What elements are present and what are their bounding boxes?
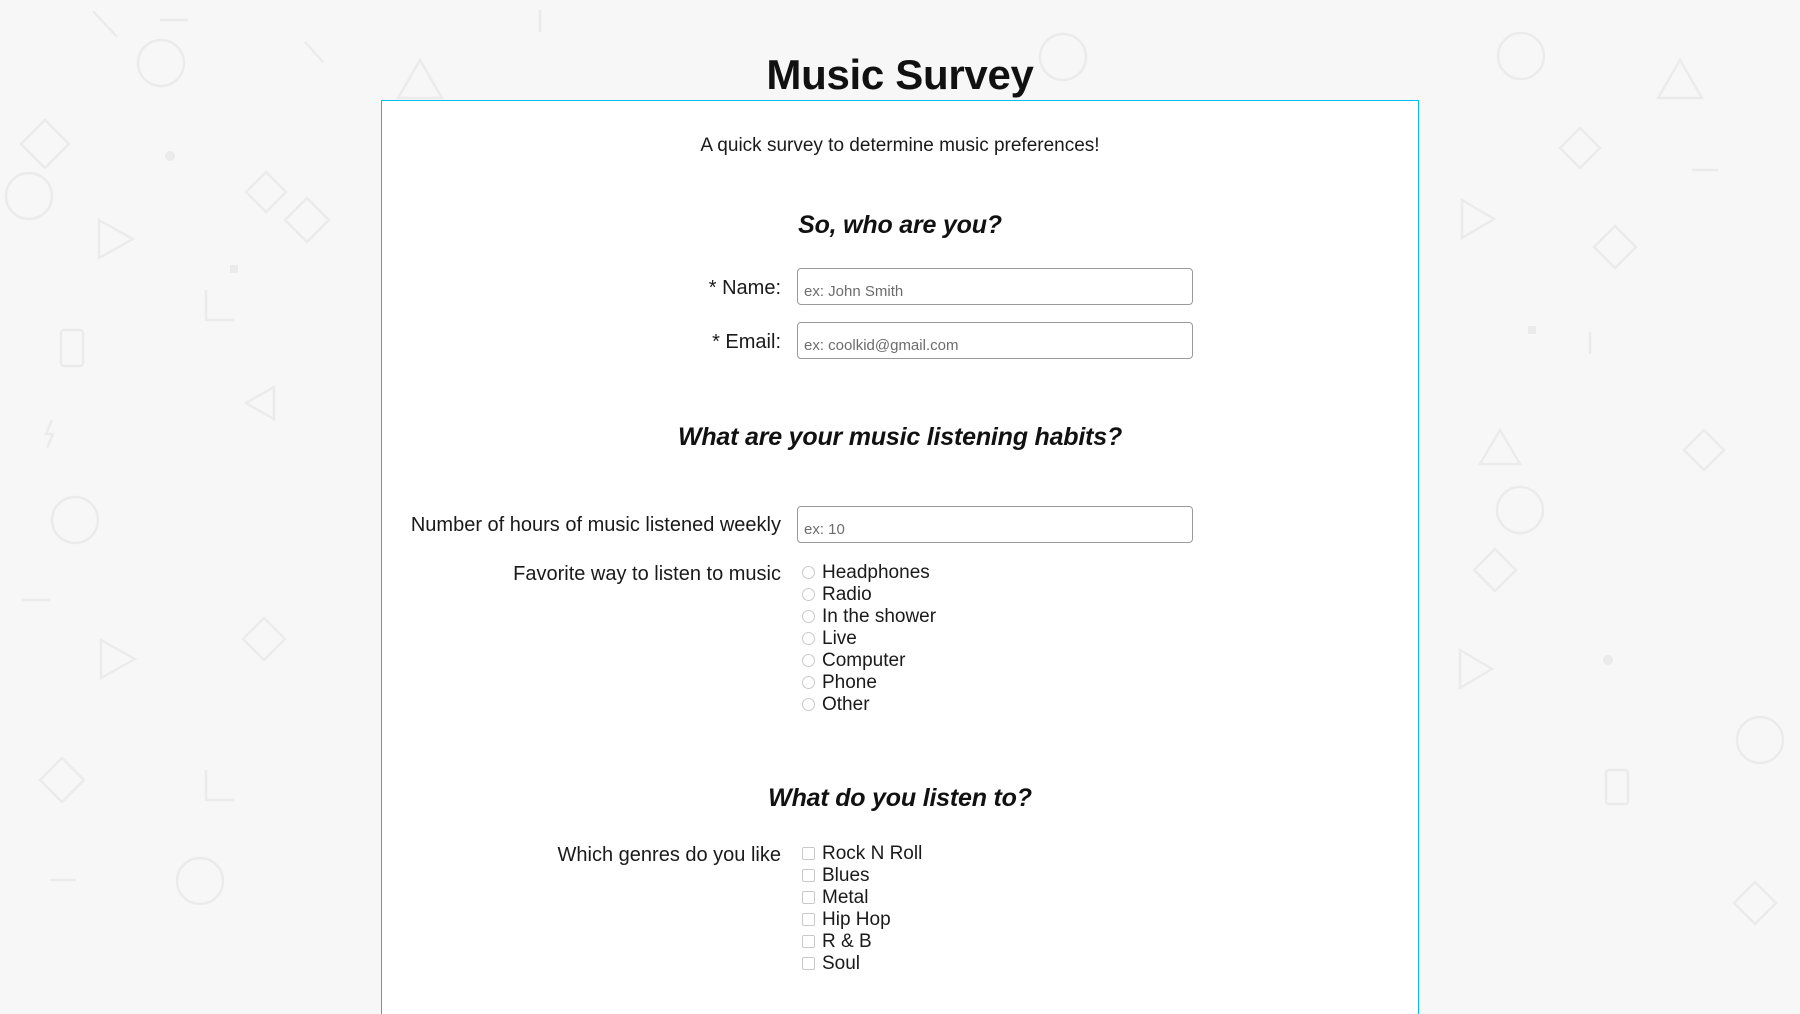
page-title: Music Survey [766, 51, 1034, 99]
form-row-name: * Name: [382, 267, 1418, 305]
radio-icon[interactable] [802, 654, 815, 668]
listen-way-option-label: Live [822, 627, 857, 649]
email-input[interactable] [797, 321, 1193, 359]
genre-option[interactable]: Blues [802, 865, 1402, 887]
radio-icon[interactable] [802, 676, 815, 690]
survey-description: A quick survey to determine music prefer… [700, 135, 1100, 156]
genre-option[interactable]: Rock N Roll [802, 843, 1402, 865]
genre-option-label: R & B [822, 930, 872, 952]
radio-icon[interactable] [802, 566, 815, 580]
checkbox-icon[interactable] [802, 935, 815, 949]
listen-way-option-label: Other [822, 693, 870, 715]
checkbox-icon[interactable] [802, 913, 815, 927]
listen-way-label: Favorite way to listen to music [513, 562, 781, 585]
genre-option-label: Blues [822, 864, 870, 886]
form-row-email: * Email: [382, 321, 1418, 359]
checkbox-icon[interactable] [802, 869, 815, 883]
listen-way-option[interactable]: Live [802, 628, 1402, 650]
listen-way-radio-group: Headphones Radio In the shower Live Computer… [797, 562, 1402, 716]
genre-option[interactable]: R & B [802, 931, 1402, 953]
listen-way-option[interactable]: Headphones [802, 562, 1402, 584]
genres-checkbox-group: Rock N Roll Blues Metal Hip Hop R & B Soul [797, 843, 1402, 975]
genres-label: Which genres do you like [557, 843, 781, 866]
listen-way-option[interactable]: Phone [802, 672, 1402, 694]
listen-way-option[interactable]: Computer [802, 650, 1402, 672]
checkbox-icon[interactable] [802, 847, 815, 861]
name-label: * Name: [708, 276, 781, 299]
section-heading-who-are-you: So, who are you? [798, 210, 1002, 239]
hours-weekly-input[interactable] [797, 505, 1193, 543]
survey-card-inner: A quick survey to determine music prefer… [382, 101, 1418, 975]
radio-icon[interactable] [802, 588, 815, 602]
checkbox-icon[interactable] [802, 891, 815, 905]
name-input[interactable] [797, 267, 1193, 305]
hours-weekly-label: Number of hours of music listened weekly [410, 513, 781, 536]
email-field-wrapper [797, 321, 1402, 359]
genre-option-label: Soul [822, 952, 861, 974]
form-row-hours-weekly: Number of hours of music listened weekly [382, 505, 1418, 543]
email-label: * Email: [712, 330, 781, 353]
listen-way-option-label: Computer [822, 649, 906, 671]
radio-icon[interactable] [802, 698, 815, 712]
genre-option[interactable]: Metal [802, 887, 1402, 909]
genre-option[interactable]: Hip Hop [802, 909, 1402, 931]
genres-field-wrapper: Rock N Roll Blues Metal Hip Hop R & B Soul [797, 843, 1402, 975]
listen-way-option[interactable]: In the shower [802, 606, 1402, 628]
radio-icon[interactable] [802, 632, 815, 646]
section-heading-what-do-you-listen-to: What do you listen to? [768, 783, 1032, 812]
genre-option-label: Rock N Roll [822, 842, 923, 864]
hours-weekly-field-wrapper [797, 505, 1402, 543]
survey-card: A quick survey to determine music prefer… [381, 100, 1419, 1014]
checkbox-icon[interactable] [802, 957, 815, 971]
genre-option[interactable]: Soul [802, 953, 1402, 975]
name-field-wrapper [797, 267, 1402, 305]
form-row-listen-way: Favorite way to listen to music Headphon… [382, 562, 1418, 716]
listen-way-option-label: Radio [822, 583, 872, 605]
listen-way-field-wrapper: Headphones Radio In the shower Live Computer… [797, 562, 1402, 716]
form-row-genres: Which genres do you like Rock N Roll Blue… [382, 843, 1418, 975]
listen-way-option[interactable]: Radio [802, 584, 1402, 606]
genre-option-label: Metal [822, 886, 869, 908]
radio-icon[interactable] [802, 610, 815, 624]
listen-way-option-label: Phone [822, 671, 877, 693]
listen-way-option[interactable]: Other [802, 694, 1402, 716]
listen-way-option-label: Headphones [822, 561, 930, 583]
listen-way-option-label: In the shower [822, 605, 937, 627]
section-heading-listening-habits: What are your music listening habits? [677, 422, 1123, 451]
genre-option-label: Hip Hop [822, 908, 891, 930]
